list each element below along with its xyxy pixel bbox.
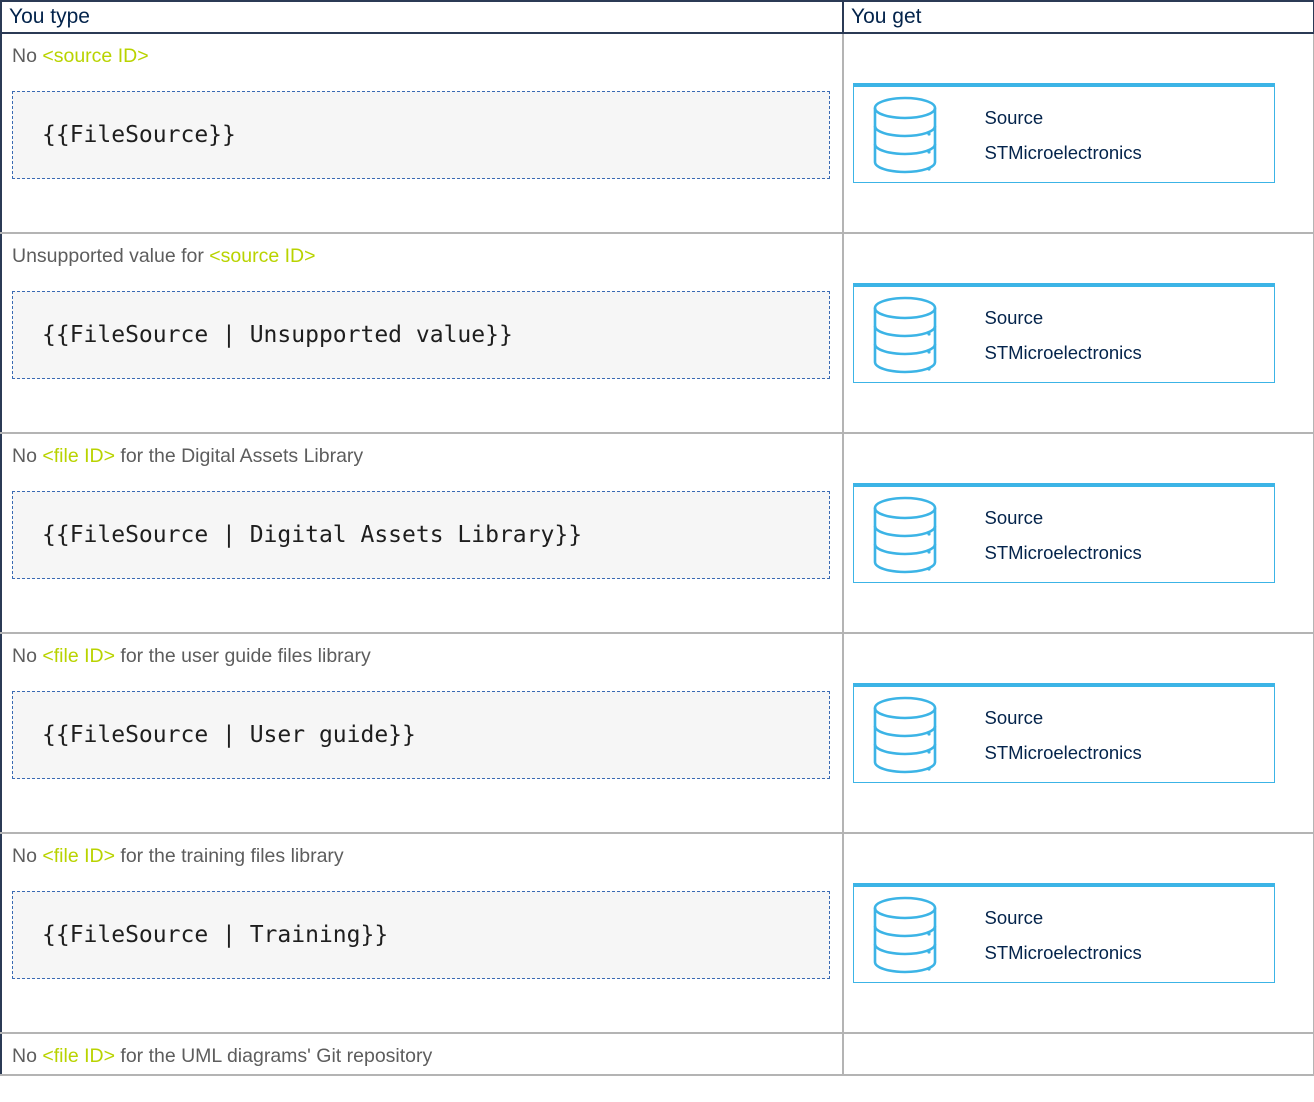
description-text: No xyxy=(12,445,43,467)
description-text: No xyxy=(12,645,43,667)
table-row: No <file ID> for the UML diagrams' Git r… xyxy=(1,1033,1314,1076)
parameter-highlight: <source ID> xyxy=(209,245,316,267)
table-row: No <source ID> {{FileSource}} Source STM… xyxy=(1,33,1314,234)
you-get-cell xyxy=(842,1033,1314,1076)
table-header-row: You type You get xyxy=(1,0,1314,34)
code-block: {{FileSource | User guide}} xyxy=(12,691,830,779)
you-get-cell: Source STMicroelectronics xyxy=(842,33,1314,234)
result-text: Source STMicroelectronics xyxy=(985,500,1142,570)
database-icon xyxy=(873,496,936,573)
source-result-box[interactable]: Source STMicroelectronics xyxy=(852,483,1275,583)
result-label: Source xyxy=(984,306,1044,328)
you-type-cell: No <file ID> for the user guide files li… xyxy=(1,633,844,834)
parameter-highlight: <source ID> xyxy=(42,45,149,67)
result-label: Source xyxy=(984,106,1044,128)
result-source-name: STMicroelectronics xyxy=(984,541,1142,563)
description-text: for the UML diagrams' Git repository xyxy=(114,1045,433,1067)
row-description: Unsupported value for <source ID> xyxy=(12,244,842,268)
you-type-cell: No <file ID> for the UML diagrams' Git r… xyxy=(1,1033,844,1076)
row-description: No <source ID> xyxy=(12,44,842,68)
result-source-name: STMicroelectronics xyxy=(984,741,1142,763)
row-description: No <file ID> for the training files libr… xyxy=(12,844,842,868)
parameter-highlight: <file ID> xyxy=(42,645,115,667)
description-text: No xyxy=(12,45,43,67)
filesource-examples-table: You type You get No <source ID> {{FileSo… xyxy=(0,0,1314,1076)
result-text: Source STMicroelectronics xyxy=(985,300,1142,370)
description-text: for the user guide files library xyxy=(114,645,371,667)
description-text: No xyxy=(12,845,43,867)
table-row: Unsupported value for <source ID> {{File… xyxy=(1,233,1314,434)
result-label: Source xyxy=(984,906,1044,928)
result-source-name: STMicroelectronics xyxy=(984,341,1142,363)
you-get-cell: Source STMicroelectronics xyxy=(842,433,1314,634)
code-block: {{FileSource}} xyxy=(12,91,830,179)
parameter-highlight: <file ID> xyxy=(42,445,115,467)
parameter-highlight: <file ID> xyxy=(42,845,115,867)
you-type-cell: Unsupported value for <source ID> {{File… xyxy=(1,233,844,434)
header-you-type: You type xyxy=(1,0,844,34)
result-source-name: STMicroelectronics xyxy=(984,141,1142,163)
you-type-cell: No <file ID> for the Digital Assets Libr… xyxy=(1,433,844,634)
description-text: for the Digital Assets Library xyxy=(114,445,364,467)
you-get-cell: Source STMicroelectronics xyxy=(842,233,1314,434)
source-result-box[interactable]: Source STMicroelectronics xyxy=(852,883,1275,983)
description-text: No xyxy=(12,1045,43,1067)
database-icon xyxy=(873,296,936,373)
table-row: No <file ID> for the Digital Assets Libr… xyxy=(1,433,1314,634)
you-type-cell: No <source ID> {{FileSource}} xyxy=(1,33,844,234)
code-block: {{FileSource | Digital Assets Library}} xyxy=(12,491,830,579)
code-block: {{FileSource | Training}} xyxy=(12,891,830,979)
result-text: Source STMicroelectronics xyxy=(985,100,1142,170)
database-icon xyxy=(873,96,936,173)
result-label: Source xyxy=(984,706,1044,728)
row-description: No <file ID> for the Digital Assets Libr… xyxy=(12,444,842,468)
you-get-cell: Source STMicroelectronics xyxy=(842,833,1314,1034)
source-result-box[interactable]: Source STMicroelectronics xyxy=(852,83,1275,183)
parameter-highlight: <file ID> xyxy=(42,1045,115,1067)
result-text: Source STMicroelectronics xyxy=(985,700,1142,770)
table-row: No <file ID> for the training files libr… xyxy=(1,833,1314,1034)
you-get-cell: Source STMicroelectronics xyxy=(842,633,1314,834)
table-row: No <file ID> for the user guide files li… xyxy=(1,633,1314,834)
description-text: for the training files library xyxy=(114,845,344,867)
result-label: Source xyxy=(984,506,1044,528)
row-description: No <file ID> for the UML diagrams' Git r… xyxy=(12,1044,842,1068)
result-source-name: STMicroelectronics xyxy=(984,941,1142,963)
code-block: {{FileSource | Unsupported value}} xyxy=(12,291,830,379)
description-text: Unsupported value for xyxy=(12,245,210,267)
row-description: No <file ID> for the user guide files li… xyxy=(12,644,842,668)
you-type-cell: No <file ID> for the training files libr… xyxy=(1,833,844,1034)
result-text: Source STMicroelectronics xyxy=(985,900,1142,970)
header-you-get: You get xyxy=(842,0,1314,34)
source-result-box[interactable]: Source STMicroelectronics xyxy=(852,683,1275,783)
source-result-box[interactable]: Source STMicroelectronics xyxy=(852,283,1275,383)
database-icon xyxy=(873,696,936,773)
database-icon xyxy=(873,896,936,973)
page: You type You get No <source ID> {{FileSo… xyxy=(0,0,1314,1102)
